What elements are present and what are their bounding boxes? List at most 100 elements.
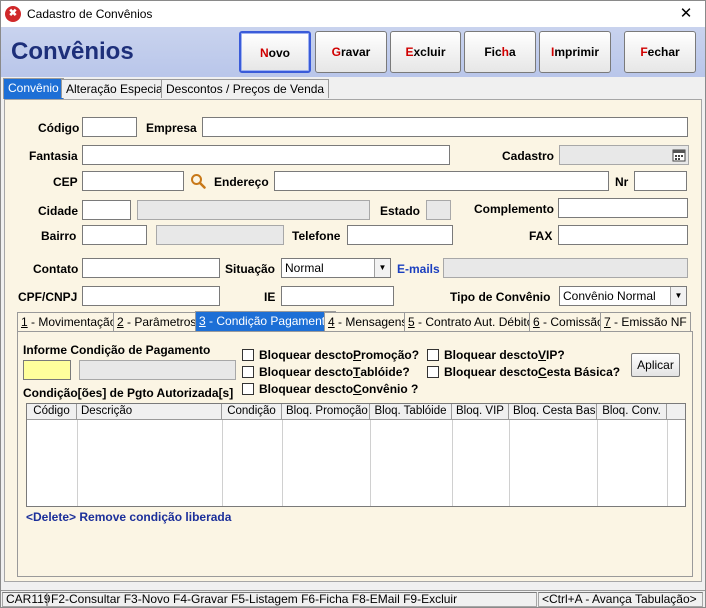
emails-label[interactable]: E-mails	[397, 262, 440, 276]
window-title: Cadastro de Convênios	[27, 7, 153, 21]
emails-field[interactable]	[443, 258, 688, 278]
col-bloq-tabloide[interactable]: Bloq. Tablóide	[370, 404, 452, 419]
ie-label: IE	[264, 290, 276, 304]
tab-parametros[interactable]: 2 - Parâmetros	[113, 312, 201, 331]
fantasia-field[interactable]	[82, 145, 450, 165]
bloquear-vip-checkbox[interactable]: Bloquear descto V IP?	[427, 348, 565, 362]
bairro-field[interactable]	[156, 225, 284, 245]
col-bloq-vip[interactable]: Bloq. VIP	[452, 404, 509, 419]
grid-divider	[667, 420, 668, 506]
condicao-code-field[interactable]	[23, 360, 71, 380]
cpf-cnpj-field[interactable]	[82, 286, 220, 306]
tab-mensagens[interactable]: 4 - Mensagens	[324, 312, 412, 331]
cadastro-field[interactable]	[559, 145, 689, 165]
telefone-field[interactable]	[347, 225, 453, 245]
estado-label: Estado	[380, 204, 421, 218]
condicao-description-field[interactable]	[79, 360, 236, 380]
delete-hint: <Delete> Remove condição liberada	[26, 510, 232, 524]
col-spacer	[667, 404, 685, 419]
tab-emissao-nf[interactable]: 7 - Emissão NF	[600, 312, 691, 331]
convenio-panel: Código Empresa Fantasia Cadastro CEP End…	[4, 99, 702, 582]
fax-field[interactable]	[558, 225, 688, 245]
chevron-down-icon: ▼	[670, 287, 686, 305]
codigo-label: Código	[38, 121, 80, 135]
fax-label: FAX	[529, 229, 553, 243]
endereco-label: Endereço	[214, 175, 269, 189]
close-icon[interactable]: ✕	[673, 4, 699, 24]
col-codigo[interactable]: Código	[27, 404, 77, 419]
search-icon[interactable]	[190, 173, 206, 189]
grid-divider	[370, 420, 371, 506]
cidade-label: Cidade	[38, 204, 79, 218]
bloquear-tabloide-checkbox[interactable]: Bloquear descto Tablóide?	[242, 365, 410, 379]
situacao-value: Normal	[285, 261, 324, 275]
endereco-field[interactable]	[274, 171, 609, 191]
sub-tabs: 1 - Movimentação 2 - Parâmetros 3 - Cond…	[17, 311, 697, 332]
tab-comissao[interactable]: 6 - Comissão	[529, 312, 608, 331]
checkbox-box	[427, 349, 439, 361]
tipo-convenio-label: Tipo de Convênio	[450, 290, 551, 304]
telefone-label: Telefone	[292, 229, 341, 243]
contato-label: Contato	[33, 262, 79, 276]
excluir-button[interactable]: Excluir	[390, 31, 461, 73]
grid-divider	[509, 420, 510, 506]
tab-movimentacao[interactable]: 1 - Movimentação	[17, 312, 121, 331]
grid-divider	[282, 420, 283, 506]
tab-descontos-precos[interactable]: Descontos / Preços de Venda	[161, 79, 330, 98]
checkbox-box	[242, 366, 254, 378]
aplicar-button[interactable]: Aplicar	[631, 353, 680, 377]
grid-divider	[597, 420, 598, 506]
page-title: Convênios	[11, 38, 134, 65]
grid-divider	[77, 420, 78, 506]
main-tabs: Convênio Alteração Especial Descontos / …	[1, 78, 705, 99]
cidade-code-field[interactable]	[82, 200, 131, 220]
calendar-icon[interactable]	[672, 148, 686, 162]
grid-divider	[452, 420, 453, 506]
header-bar: Convênios Novo Gravar Excluir Ficha Impr…	[1, 27, 705, 77]
grid-divider	[222, 420, 223, 506]
complemento-field[interactable]	[558, 198, 688, 218]
grid-header: Código Descrição Condição Bloq. Promoção…	[27, 404, 685, 420]
bloquear-convenio-checkbox[interactable]: Bloquear descto Convênio ?	[242, 382, 418, 396]
bloquear-promocao-checkbox[interactable]: Bloquear descto Promoção?	[242, 348, 419, 362]
grid-body[interactable]	[27, 420, 685, 506]
gravar-button[interactable]: Gravar	[315, 31, 387, 73]
col-descricao[interactable]: Descrição	[77, 404, 222, 419]
cep-field[interactable]	[82, 171, 184, 191]
bloquear-cesta-basica-checkbox[interactable]: Bloquear descto Cesta Básica?	[427, 365, 620, 379]
col-bloq-promocao[interactable]: Bloq. Promoção	[282, 404, 370, 419]
novo-button[interactable]: Novo	[239, 31, 311, 73]
complemento-label: Complemento	[474, 202, 555, 216]
informe-condicao-label: Informe Condição de Pagamento	[23, 343, 211, 357]
fechar-button[interactable]: Fechar	[624, 31, 696, 73]
col-bloq-conv[interactable]: Bloq. Conv.	[597, 404, 667, 419]
nr-field[interactable]	[634, 171, 687, 191]
checkbox-box	[242, 349, 254, 361]
status-bar: CAR119 F2-Consultar F3-Novo F4-Gravar F5…	[1, 590, 705, 607]
nr-label: Nr	[615, 175, 629, 189]
cidade-field[interactable]	[137, 200, 370, 220]
col-condicao[interactable]: Condição	[222, 404, 282, 419]
imprimir-button[interactable]: Imprimir	[539, 31, 611, 73]
tab-convenio[interactable]: Convênio	[3, 78, 64, 99]
bairro-code-field[interactable]	[82, 225, 147, 245]
checkbox-box	[427, 366, 439, 378]
app-icon: ✖	[5, 6, 21, 22]
cep-label: CEP	[53, 175, 78, 189]
col-bloq-cesta-bas[interactable]: Bloq. Cesta Bas.	[509, 404, 597, 419]
condicoes-grid[interactable]: Código Descrição Condição Bloq. Promoção…	[26, 403, 686, 507]
empresa-field[interactable]	[202, 117, 688, 137]
tab-condicao-pagamento[interactable]: 3 - Condição Pagamento	[195, 311, 336, 332]
ie-field[interactable]	[281, 286, 394, 306]
tab-alteracao-especial[interactable]: Alteração Especial	[61, 79, 171, 98]
estado-field[interactable]	[426, 200, 451, 220]
tab-contrato-aut-debito[interactable]: 5 - Contrato Aut. Débito	[404, 312, 538, 331]
codigo-field[interactable]	[82, 117, 137, 137]
cadastro-label: Cadastro	[502, 149, 555, 163]
situacao-select[interactable]: Normal ▼	[281, 258, 391, 278]
title-bar: ✖ Cadastro de Convênios ✕	[1, 1, 705, 27]
tipo-convenio-select[interactable]: Convênio Normal ▼	[559, 286, 687, 306]
ficha-button[interactable]: Ficha	[464, 31, 536, 73]
contato-field[interactable]	[82, 258, 220, 278]
empresa-label: Empresa	[146, 121, 197, 135]
